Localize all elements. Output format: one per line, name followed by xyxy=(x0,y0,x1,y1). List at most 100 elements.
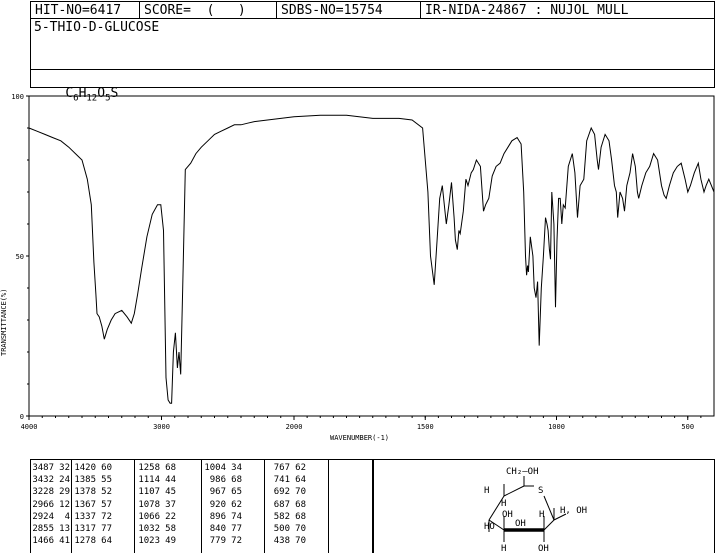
spectrum-line xyxy=(28,114,715,404)
peak-wavenumber: 920 xyxy=(209,499,226,510)
peak-transmittance: 60 xyxy=(101,463,112,473)
peak-wavenumber: 767 xyxy=(273,463,290,473)
peak-table-row: 692 70 xyxy=(268,487,306,497)
peak-wavenumber: 1004 xyxy=(204,463,226,473)
x-tick-label: 2000 xyxy=(286,423,303,431)
y-tick-label: 100 xyxy=(11,93,24,101)
peak-transmittance: 52 xyxy=(101,487,112,498)
peak-transmittance: 70 xyxy=(295,536,306,547)
peak-transmittance: 4 xyxy=(64,511,70,522)
peak-table-row: 1378 52 xyxy=(74,487,112,497)
sdbs-number: SDBS-NO=15754 xyxy=(277,2,421,18)
peak-table-row: 741 64 xyxy=(268,475,306,485)
peak-wavenumber: 1032 xyxy=(138,524,160,534)
peak-wavenumber: 1420 xyxy=(74,463,96,473)
peak-table-row: 1078 37 xyxy=(138,500,176,510)
peak-wavenumber: 438 xyxy=(273,536,290,547)
peak-transmittance: 65 xyxy=(231,487,242,498)
peak-wavenumber: 840 xyxy=(209,524,226,534)
x-tick-label: 4000 xyxy=(21,423,38,431)
peak-wavenumber: 741 xyxy=(273,475,290,486)
peak-transmittance: 34 xyxy=(231,463,242,473)
peak-wavenumber: 967 xyxy=(209,487,226,498)
peak-wavenumber: 687 xyxy=(273,499,290,510)
peak-transmittance: 64 xyxy=(101,536,112,547)
peak-table-row: 967 65 xyxy=(204,487,242,497)
peak-transmittance: 55 xyxy=(101,475,112,486)
peak-transmittance: 68 xyxy=(231,475,242,486)
peak-transmittance: 68 xyxy=(165,463,176,473)
peak-transmittance: 22 xyxy=(165,511,176,522)
peak-wavenumber: 1107 xyxy=(138,487,160,498)
peak-table-row: 438 70 xyxy=(268,536,306,546)
peak-table-row: 500 70 xyxy=(268,524,306,534)
structure-h-left-top: H xyxy=(484,486,489,496)
peak-table-row: 1107 45 xyxy=(138,487,176,497)
compound-name: 5-THIO-D-GLUCOSE xyxy=(34,20,160,35)
peak-wavenumber: 500 xyxy=(273,524,290,534)
structure-oh-mid: OH xyxy=(515,519,526,529)
peak-table-row: 3487 32 xyxy=(32,463,70,473)
peak-transmittance: 68 xyxy=(295,499,306,510)
peak-wavenumber: 1378 xyxy=(74,487,96,498)
structure-ho: HO xyxy=(484,522,495,532)
peak-table-row: 1066 22 xyxy=(138,512,176,522)
peak-wavenumber: 3228 xyxy=(32,487,54,498)
x-tick-label: 500 xyxy=(681,423,694,431)
peak-table-row: 1032 58 xyxy=(138,524,176,534)
peak-table-row: 1023 49 xyxy=(138,536,176,546)
peak-wavenumber: 2966 xyxy=(32,499,54,510)
peak-table-row: 1317 77 xyxy=(74,524,112,534)
x-tick-label: 1500 xyxy=(417,423,434,431)
peak-table-row: 896 74 xyxy=(204,512,242,522)
peak-wavenumber: 1385 xyxy=(74,475,96,486)
peak-transmittance: 45 xyxy=(165,487,176,498)
structure-h-oh-right: H, OH xyxy=(560,506,587,516)
peak-wavenumber: 3432 xyxy=(32,475,54,486)
y-tick-label: 50 xyxy=(16,253,24,261)
y-axis-label: TRANSMITTANCE(%) xyxy=(0,289,8,356)
compound-info-box: 5-THIO-D-GLUCOSE C6H12O5S xyxy=(30,18,715,104)
peak-table-row: 1367 57 xyxy=(74,500,112,510)
peak-wavenumber: 1278 xyxy=(74,536,96,547)
peak-transmittance: 32 xyxy=(59,463,70,473)
peak-table-row: 1466 41 xyxy=(32,536,70,546)
peak-transmittance: 72 xyxy=(231,536,242,547)
peak-wavenumber: 2924 xyxy=(32,511,54,522)
peak-table-row: 2924 4 xyxy=(32,512,70,522)
peak-table-row: 779 72 xyxy=(204,536,242,546)
peak-wavenumber: 1317 xyxy=(74,524,96,534)
peak-wavenumber: 1466 xyxy=(32,536,54,547)
peak-wavenumber: 1078 xyxy=(138,499,160,510)
peak-transmittance: 58 xyxy=(165,524,176,534)
peak-transmittance: 70 xyxy=(295,524,306,534)
peak-transmittance: 77 xyxy=(101,524,112,534)
structure-oh-left: OH xyxy=(502,510,513,520)
header-bar: HIT-NO=6417 SCORE= ( ) SDBS-NO=15754 IR-… xyxy=(30,1,715,19)
peak-wavenumber: 1367 xyxy=(74,499,96,510)
peak-table-row: 840 77 xyxy=(204,524,242,534)
peak-wavenumber: 1337 xyxy=(74,511,96,522)
peak-table-row: 1278 64 xyxy=(74,536,112,546)
peak-transmittance: 41 xyxy=(59,536,70,547)
peak-table-row: 920 62 xyxy=(204,500,242,510)
peak-wavenumber: 779 xyxy=(209,536,226,547)
axis-ticks: 4000 3000 2000 1500 1000 500100500 xyxy=(11,93,702,431)
structure-h-inner: H xyxy=(501,499,506,509)
peak-wavenumber: 2855 xyxy=(32,524,54,534)
peak-wavenumber: 1066 xyxy=(138,511,160,522)
y-tick-label: 0 xyxy=(20,413,24,421)
peak-table-row: 3228 29 xyxy=(32,487,70,497)
peak-table-row: 2855 13 xyxy=(32,524,70,534)
peak-wavenumber: 692 xyxy=(273,487,290,498)
peak-table-row: 767 62 xyxy=(268,463,306,473)
peak-wavenumber: 896 xyxy=(209,511,226,522)
peak-table-row: 1337 72 xyxy=(74,512,112,522)
peak-transmittance: 62 xyxy=(295,463,306,473)
peak-transmittance: 74 xyxy=(231,511,242,522)
peak-table-row: 582 68 xyxy=(268,512,306,522)
peak-table-row: 1420 60 xyxy=(74,463,112,473)
peak-wavenumber: 1114 xyxy=(138,475,160,486)
peak-transmittance: 64 xyxy=(295,475,306,486)
peak-wavenumber: 582 xyxy=(273,511,290,522)
